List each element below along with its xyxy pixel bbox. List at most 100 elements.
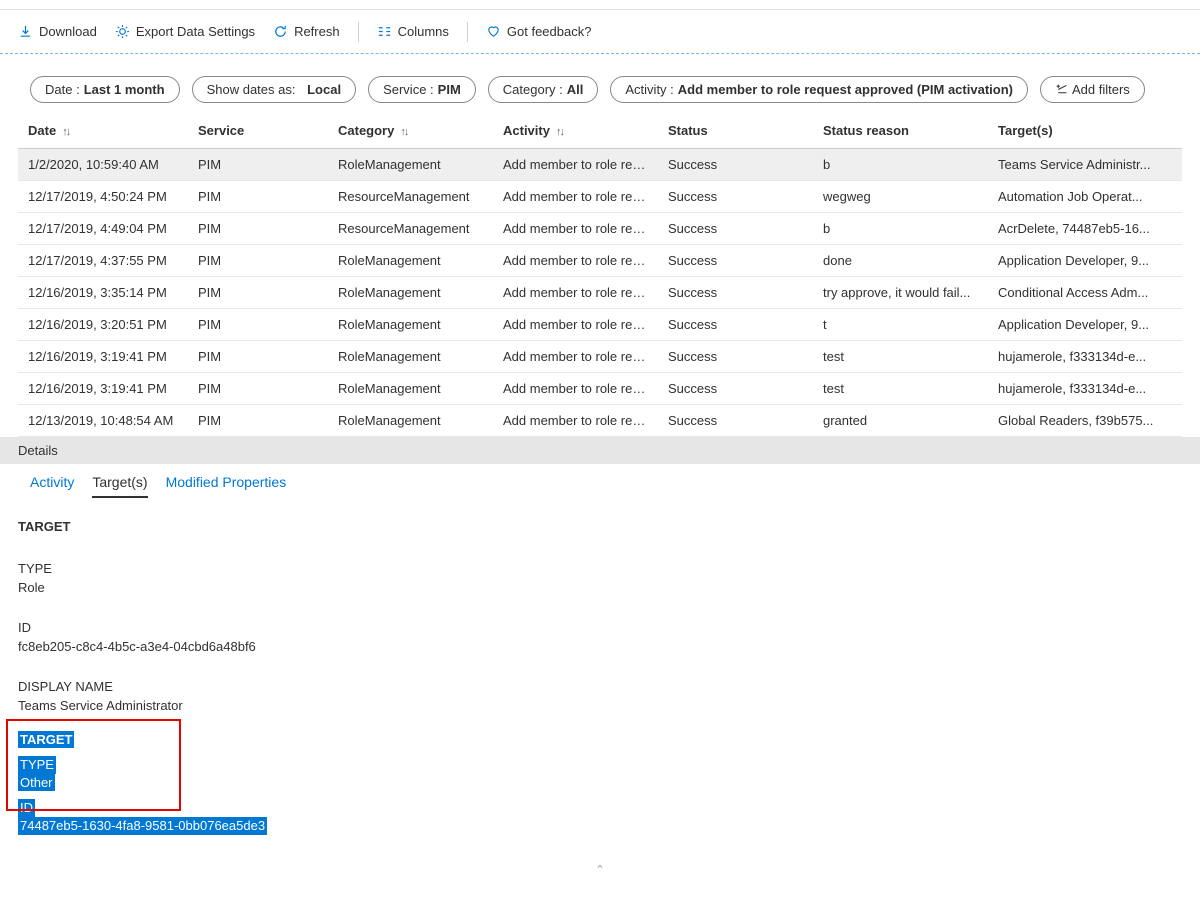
cell-targets: Application Developer, 9... (988, 309, 1182, 341)
add-filters-button[interactable]: Add filters (1040, 76, 1145, 103)
cell-service: PIM (188, 373, 328, 405)
cell-date: 12/16/2019, 3:35:14 PM (18, 277, 188, 309)
table-row[interactable]: 12/17/2019, 4:37:55 PMPIMRoleManagementA… (18, 245, 1182, 277)
cell-statusReason: test (813, 341, 988, 373)
columns-label: Columns (398, 24, 449, 39)
col-status[interactable]: Status (658, 117, 813, 149)
download-label: Download (39, 24, 97, 39)
cell-date: 12/17/2019, 4:50:24 PM (18, 181, 188, 213)
table-row[interactable]: 12/16/2019, 3:19:41 PMPIMRoleManagementA… (18, 341, 1182, 373)
col-date[interactable]: Date↑↓ (18, 117, 188, 149)
add-filter-icon (1055, 83, 1068, 96)
filter-category[interactable]: Category : All (488, 76, 599, 103)
cell-category: RoleManagement (328, 245, 493, 277)
tab-targets[interactable]: Target(s) (92, 470, 147, 498)
heart-icon (486, 24, 501, 39)
download-button[interactable]: Download (18, 24, 97, 39)
cell-service: PIM (188, 149, 328, 181)
cell-status: Success (658, 277, 813, 309)
table-row[interactable]: 12/17/2019, 4:49:04 PMPIMResourceManagem… (18, 213, 1182, 245)
cell-category: RoleManagement (328, 309, 493, 341)
columns-icon (377, 24, 392, 39)
separator (358, 22, 359, 42)
filter-service[interactable]: Service : PIM (368, 76, 476, 103)
table-row[interactable]: 12/17/2019, 4:50:24 PMPIMResourceManagem… (18, 181, 1182, 213)
display-name-value: Teams Service Administrator (18, 697, 1182, 715)
tab-activity[interactable]: Activity (30, 470, 74, 498)
cell-statusReason: test (813, 373, 988, 405)
type2-label: TYPE (18, 756, 56, 774)
table-row[interactable]: 12/16/2019, 3:20:51 PMPIMRoleManagementA… (18, 309, 1182, 341)
command-bar: Download Export Data Settings Refresh Co… (0, 10, 1200, 54)
cell-statusReason: try approve, it would fail... (813, 277, 988, 309)
type-value: Role (18, 579, 1182, 597)
col-status-reason[interactable]: Status reason (813, 117, 988, 149)
cell-category: ResourceManagement (328, 213, 493, 245)
refresh-label: Refresh (294, 24, 340, 39)
cell-service: PIM (188, 405, 328, 437)
cell-activity: Add member to role req... (493, 309, 658, 341)
cell-service: PIM (188, 213, 328, 245)
cell-statusReason: t (813, 309, 988, 341)
filter-show-dates[interactable]: Show dates as: Local (192, 76, 356, 103)
add-filters-label: Add filters (1072, 82, 1130, 97)
cell-targets: Application Developer, 9... (988, 245, 1182, 277)
cell-date: 12/16/2019, 3:19:41 PM (18, 373, 188, 405)
cell-service: PIM (188, 309, 328, 341)
table-row[interactable]: 12/13/2019, 10:48:54 AMPIMRoleManagement… (18, 405, 1182, 437)
cell-statusReason: b (813, 149, 988, 181)
audit-log-table: Date↑↓ Service Category↑↓ Activity↑↓ Sta… (18, 117, 1182, 437)
cell-date: 1/2/2020, 10:59:40 AM (18, 149, 188, 181)
cell-service: PIM (188, 181, 328, 213)
cell-activity: Add member to role req... (493, 181, 658, 213)
col-service[interactable]: Service (188, 117, 328, 149)
export-button[interactable]: Export Data Settings (115, 24, 255, 39)
feedback-label: Got feedback? (507, 24, 592, 39)
filter-activity[interactable]: Activity : Add member to role request ap… (610, 76, 1028, 103)
cell-category: RoleManagement (328, 277, 493, 309)
type-label: TYPE (18, 560, 1182, 578)
cell-activity: Add member to role req... (493, 149, 658, 181)
table-row[interactable]: 12/16/2019, 3:35:14 PMPIMRoleManagementA… (18, 277, 1182, 309)
cell-service: PIM (188, 277, 328, 309)
table-row[interactable]: 12/16/2019, 3:19:41 PMPIMRoleManagementA… (18, 373, 1182, 405)
display-name-label: DISPLAY NAME (18, 678, 1182, 696)
id-value: fc8eb205-c8c4-4b5c-a3e4-04cbd6a48bf6 (18, 638, 1182, 656)
cell-category: RoleManagement (328, 149, 493, 181)
cell-category: ResourceManagement (328, 181, 493, 213)
refresh-button[interactable]: Refresh (273, 24, 340, 39)
filter-row: Date : Last 1 month Show dates as: Local… (0, 54, 1200, 117)
cell-statusReason: b (813, 213, 988, 245)
details-body: TARGET TYPE Role ID fc8eb205-c8c4-4b5c-a… (0, 498, 1200, 865)
col-category[interactable]: Category↑↓ (328, 117, 493, 149)
refresh-icon (273, 24, 288, 39)
col-activity[interactable]: Activity↑↓ (493, 117, 658, 149)
cell-date: 12/16/2019, 3:20:51 PM (18, 309, 188, 341)
cell-activity: Add member to role req... (493, 341, 658, 373)
columns-button[interactable]: Columns (377, 24, 449, 39)
sort-icon: ↑↓ (62, 126, 69, 138)
cell-targets: hujamerole, f333134d-e... (988, 341, 1182, 373)
sort-icon: ↑↓ (556, 126, 563, 138)
cell-targets: Automation Job Operat... (988, 181, 1182, 213)
cell-status: Success (658, 373, 813, 405)
cell-statusReason: done (813, 245, 988, 277)
cell-status: Success (658, 181, 813, 213)
cell-status: Success (658, 341, 813, 373)
feedback-button[interactable]: Got feedback? (486, 24, 592, 39)
cell-targets: Conditional Access Adm... (988, 277, 1182, 309)
cell-targets: Global Readers, f39b575... (988, 405, 1182, 437)
cell-targets: hujamerole, f333134d-e... (988, 373, 1182, 405)
cell-status: Success (658, 309, 813, 341)
cell-date: 12/17/2019, 4:37:55 PM (18, 245, 188, 277)
col-targets[interactable]: Target(s) (988, 117, 1182, 149)
table-row[interactable]: 1/2/2020, 10:59:40 AMPIMRoleManagementAd… (18, 149, 1182, 181)
tab-modified-properties[interactable]: Modified Properties (166, 470, 287, 498)
table-header-row: Date↑↓ Service Category↑↓ Activity↑↓ Sta… (18, 117, 1182, 149)
cell-date: 12/17/2019, 4:49:04 PM (18, 213, 188, 245)
filter-date[interactable]: Date : Last 1 month (30, 76, 180, 103)
cell-service: PIM (188, 341, 328, 373)
details-header: Details (0, 437, 1200, 464)
sort-icon: ↑↓ (400, 126, 407, 138)
separator (467, 22, 468, 42)
